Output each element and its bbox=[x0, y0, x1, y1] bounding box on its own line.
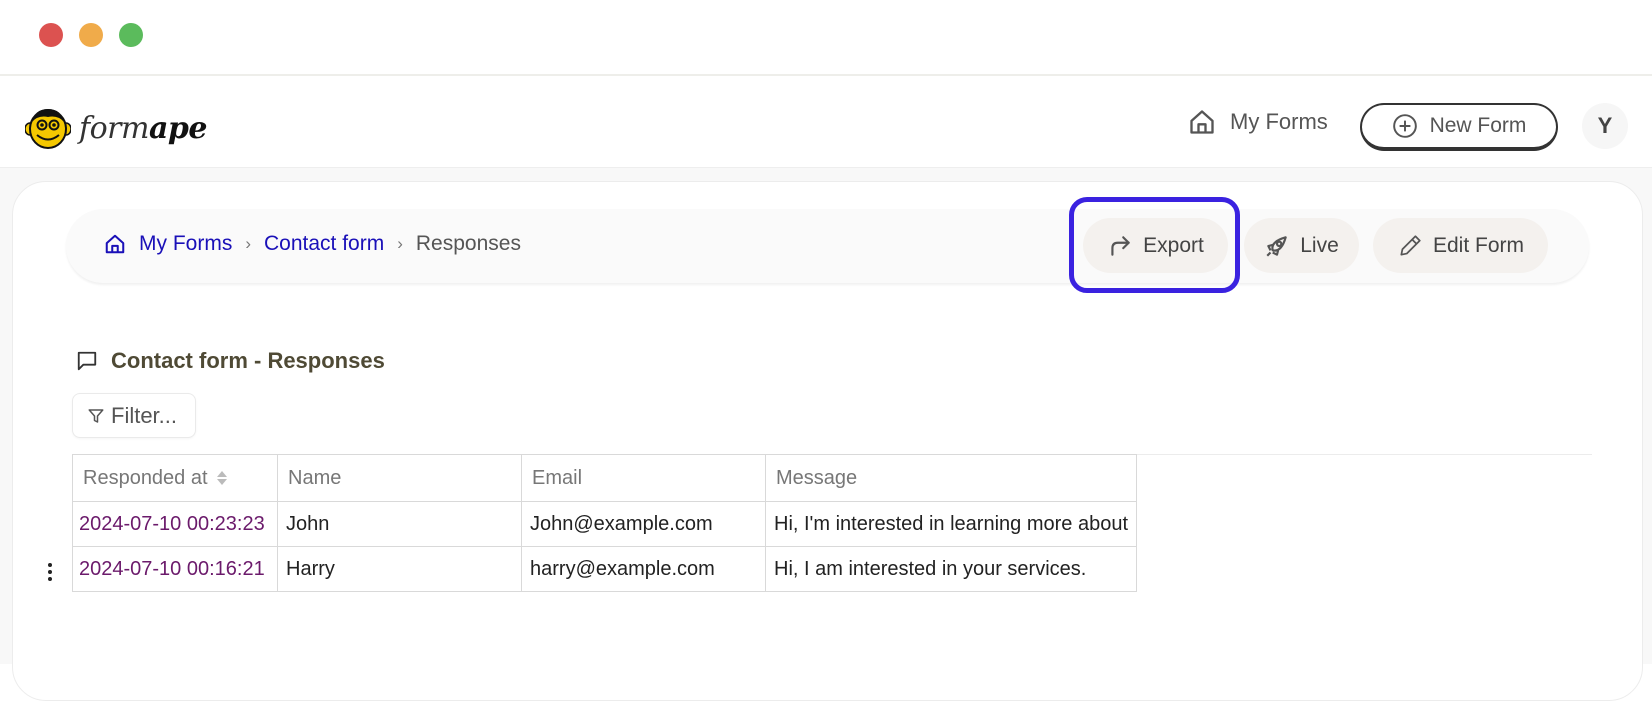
user-avatar[interactable]: Y bbox=[1582, 103, 1628, 149]
cell-message: Hi, I am interested in your services. bbox=[765, 546, 1137, 592]
breadcrumb-separator: › bbox=[397, 234, 403, 253]
menu-dot bbox=[48, 570, 52, 574]
sort-icon[interactable] bbox=[216, 470, 228, 486]
section-title-text: Contact form - Responses bbox=[111, 348, 385, 373]
section-title: Contact form - Responses bbox=[76, 348, 385, 374]
window-titlebar bbox=[0, 0, 1652, 76]
column-header-email[interactable]: Email bbox=[521, 454, 766, 502]
breadcrumb-my-forms[interactable]: My Forms bbox=[139, 232, 232, 256]
share-arrow-icon bbox=[1111, 235, 1130, 256]
cell-name: John bbox=[277, 501, 522, 547]
menu-dot bbox=[48, 563, 52, 567]
cell-responded-at[interactable]: 2024-07-10 00:16:21 bbox=[72, 546, 278, 592]
nav-my-forms-label: My Forms bbox=[1230, 109, 1328, 134]
live-button[interactable]: Live bbox=[1244, 218, 1359, 273]
chat-bubble-icon bbox=[77, 351, 97, 371]
minimize-window-button[interactable] bbox=[79, 23, 103, 47]
table-row[interactable]: 2024-07-10 00:16:21 Harry harry@example.… bbox=[72, 546, 1137, 592]
maximize-window-button[interactable] bbox=[119, 23, 143, 47]
monkey-face-icon bbox=[25, 109, 71, 149]
breadcrumb-contact-form[interactable]: Contact form bbox=[264, 232, 384, 256]
cell-message: Hi, I'm interested in learning more abou… bbox=[765, 501, 1137, 547]
nav-my-forms-link[interactable]: My Forms bbox=[1188, 102, 1328, 142]
filter-icon bbox=[88, 408, 104, 423]
edit-form-label: Edit Form bbox=[1432, 233, 1524, 257]
live-label: Live bbox=[1300, 233, 1339, 257]
plus-circle-icon bbox=[1392, 114, 1417, 138]
home-icon bbox=[1190, 110, 1214, 134]
cell-name: Harry bbox=[277, 546, 522, 592]
new-form-button[interactable]: New Form bbox=[1360, 103, 1558, 151]
filter-button[interactable]: Filter... bbox=[72, 393, 196, 438]
column-label: Responded at bbox=[83, 466, 208, 489]
logo-text-bold: ape bbox=[148, 110, 208, 146]
column-header-responded-at[interactable]: Responded at bbox=[72, 454, 278, 502]
filter-label: Filter... bbox=[111, 402, 178, 428]
home-icon[interactable] bbox=[104, 233, 126, 255]
export-button[interactable]: Export bbox=[1083, 218, 1228, 273]
table-row[interactable]: 2024-07-10 00:23:23 John John@example.co… bbox=[72, 501, 1137, 547]
new-form-label: New Form bbox=[1429, 114, 1527, 137]
formape-logo[interactable]: formape bbox=[25, 106, 207, 150]
responses-table: Responded at Name Email Message 2024-07-… bbox=[72, 454, 1137, 592]
pencil-icon bbox=[1400, 234, 1421, 256]
menu-dot bbox=[48, 577, 52, 581]
edit-form-button[interactable]: Edit Form bbox=[1373, 218, 1548, 273]
cell-responded-at[interactable]: 2024-07-10 00:23:23 bbox=[72, 501, 278, 547]
close-window-button[interactable] bbox=[39, 23, 63, 47]
rocket-icon bbox=[1266, 235, 1287, 257]
breadcrumb: My Forms › Contact form › Responses bbox=[104, 232, 521, 256]
cell-email: John@example.com bbox=[521, 501, 766, 547]
app-header: formape My Forms New Form Y bbox=[0, 78, 1652, 168]
export-label: Export bbox=[1143, 233, 1204, 257]
logo-text: formape bbox=[79, 111, 207, 146]
table-header-row: Responded at Name Email Message bbox=[72, 454, 1137, 502]
cell-email: harry@example.com bbox=[521, 546, 766, 592]
row-actions-menu-icon[interactable] bbox=[44, 560, 56, 584]
breadcrumb-separator: › bbox=[245, 234, 251, 253]
column-header-message[interactable]: Message bbox=[765, 454, 1137, 502]
logo-text-light: form bbox=[79, 110, 149, 146]
column-header-name[interactable]: Name bbox=[277, 454, 522, 502]
breadcrumb-responses: Responses bbox=[415, 232, 521, 255]
